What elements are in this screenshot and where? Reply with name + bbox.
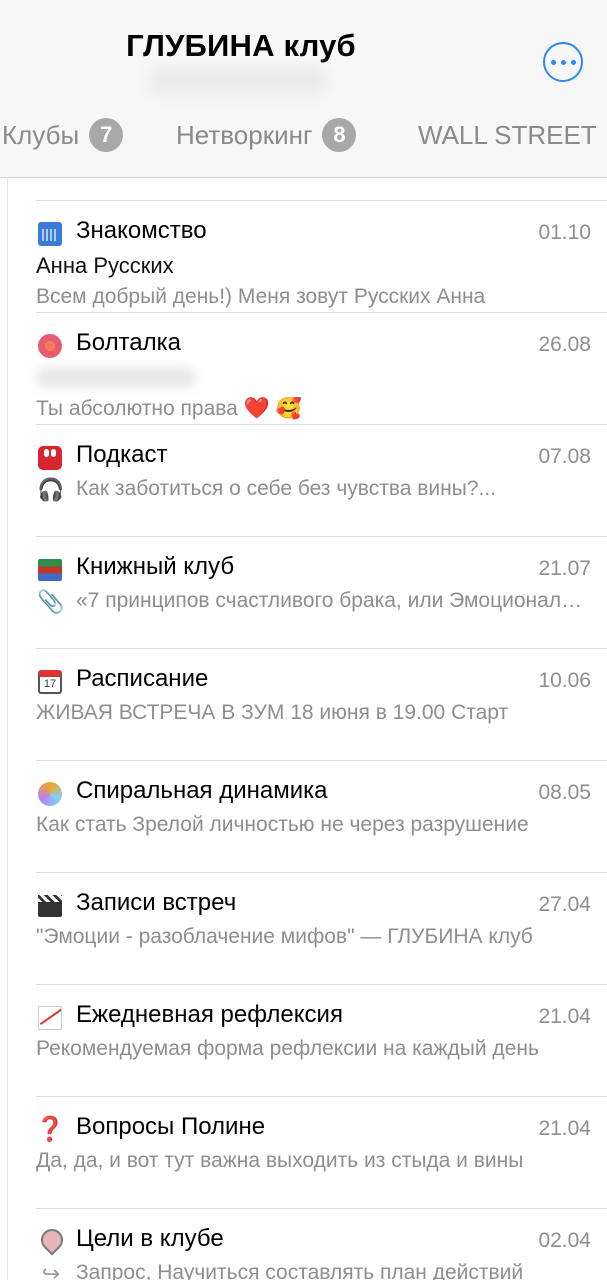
tab-label: Клубы <box>2 119 80 150</box>
last-message-preview: Ты абсолютно права ❤️ 🥰 <box>36 397 302 420</box>
tab-label: WALL STREET <box>418 119 597 150</box>
topic-date: 26.08 <box>538 333 591 356</box>
list-item[interactable]: Спиральная динамика 08.05 Как стать Зрел… <box>36 760 607 872</box>
tab-count-badge: 8 <box>322 118 357 152</box>
last-message-preview: Да, да, и вот тут важна выходить из стыд… <box>36 1149 524 1172</box>
chart-icon <box>36 1004 64 1032</box>
blurred-sender <box>36 367 196 389</box>
list-item[interactable]: Цели в клубе 02.04 ↪ Запрос, Научиться с… <box>36 1208 607 1280</box>
calendar-day: 17 <box>38 670 62 694</box>
topic-name: Спиральная динамика <box>76 777 328 804</box>
topic-name: Расписание <box>76 665 209 692</box>
topic-list: Знакомство 01.10 Анна Русских Всем добры… <box>35 200 607 1280</box>
chat-header: ГЛУБИНА клуб Клубы 7 Нетворкинг 8 WALL S… <box>0 0 607 178</box>
headphones-icon: 🎧 <box>37 477 65 502</box>
topic-date: 21.07 <box>538 557 591 580</box>
list-item[interactable]: Болталка 26.08 Ты абсолютно права ❤️ 🥰 <box>36 312 607 424</box>
calendar-17-icon: 17 <box>36 668 64 696</box>
page-title: ГЛУБИНА клуб <box>126 28 356 63</box>
spiral-icon <box>36 780 64 808</box>
pin-icon <box>36 1228 64 1256</box>
topic-name: Цели в клубе <box>76 1225 224 1252</box>
paperclip-icon: 📎 <box>37 589 65 614</box>
topic-name: Болталка <box>76 329 182 356</box>
more-circle-icon <box>550 59 556 65</box>
last-message-preview: "Эмоции - разоблачение мифов" — ГЛУБИНА … <box>36 925 533 948</box>
list-item[interactable]: 17 Расписание 10.06 ЖИВАЯ ВСТРЕЧА В ЗУМ … <box>36 648 607 760</box>
last-message-preview: Как стать Зрелой личностью не через разр… <box>36 813 529 836</box>
tab-label: Нетворкинг <box>176 119 313 150</box>
topic-name: Вопросы Полине <box>76 1113 266 1140</box>
tab-clubs[interactable]: Клубы 7 <box>2 114 124 156</box>
topic-date: 21.04 <box>538 1117 591 1140</box>
list-item[interactable]: Ежедневная рефлексия 21.04 Рекомендуемая… <box>36 984 607 1096</box>
last-message-preview: «7 принципов счастливого брака, или Эмоц… <box>76 589 587 612</box>
topic-date: 21.04 <box>538 1005 591 1028</box>
topic-name: Ежедневная рефлексия <box>76 1001 343 1028</box>
left-rail <box>0 178 8 1280</box>
topic-date: 01.10 <box>538 221 591 244</box>
more-options-button[interactable] <box>543 42 583 82</box>
tab-count-badge: 7 <box>89 118 124 152</box>
topic-date: 07.08 <box>538 445 591 468</box>
last-message-preview: Запрос, Научиться составлять план действ… <box>76 1261 524 1280</box>
calendar-icon <box>36 220 64 248</box>
tab-wall-street[interactable]: WALL STREET <box>418 114 597 156</box>
topic-date: 02.04 <box>538 1229 591 1252</box>
last-message-preview: ЖИВАЯ ВСТРЕЧА В ЗУМ 18 июня в 19.00 Стар… <box>36 701 509 724</box>
topic-date: 10.06 <box>538 669 591 692</box>
list-item[interactable]: Подкаст 07.08 🎧 Как заботиться о себе бе… <box>36 424 607 536</box>
topic-date: 08.05 <box>538 781 591 804</box>
more-dot <box>570 59 576 65</box>
flower-icon <box>36 332 64 360</box>
topic-name: Подкаст <box>76 441 168 468</box>
last-message-preview: Как заботиться о себе без чувства вины?.… <box>76 477 497 500</box>
clapper-icon <box>36 892 64 920</box>
topic-name: Знакомство <box>76 217 207 244</box>
list-item[interactable]: Книжный клуб 21.07 📎 «7 принципов счастл… <box>36 536 607 648</box>
books-icon <box>36 556 64 584</box>
list-item[interactable]: ❓ Вопросы Полине 21.04 Да, да, и вот тут… <box>35 1096 607 1208</box>
list-item[interactable]: Знакомство 01.10 Анна Русских Всем добры… <box>36 200 607 312</box>
blurred-subtitle <box>148 66 328 96</box>
last-message-preview: Всем добрый день!) Меня зовут Русских Ан… <box>36 285 486 308</box>
last-message-preview: Рекомендуемая форма рефлексии на каждый … <box>36 1037 539 1060</box>
more-dot <box>560 59 566 65</box>
tab-networking[interactable]: Нетворкинг 8 <box>176 114 357 156</box>
topic-tabs: Клубы 7 Нетворкинг 8 WALL STREET <box>0 114 607 156</box>
airpods-icon <box>36 444 64 472</box>
topic-name: Записи встреч <box>76 889 237 916</box>
topic-date: 27.04 <box>538 893 591 916</box>
forward-icon: ↪ <box>41 1261 61 1280</box>
question-icon: ❓ <box>35 1116 65 1143</box>
list-item[interactable]: Записи встреч 27.04 "Эмоции - разоблачен… <box>36 872 607 984</box>
last-sender: Анна Русских <box>36 253 174 278</box>
topic-name: Книжный клуб <box>76 553 235 580</box>
